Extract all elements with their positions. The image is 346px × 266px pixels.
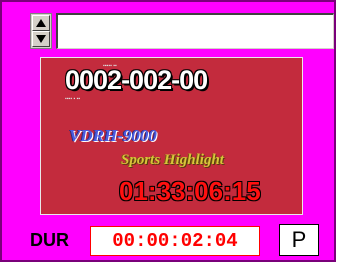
clip-selector-input[interactable]	[56, 13, 334, 49]
source-tape-label: VDRH-9000	[69, 126, 157, 145]
spin-up-button[interactable]	[32, 15, 50, 31]
clip-id: 0002-002-00	[65, 65, 208, 95]
clip-panel: ▪▪▪▪▪ ▪▪ 0002-002-00 ▪▪▪▪ ▪ ▪▪ VDRH-9000…	[0, 0, 336, 262]
arrow-up-icon	[36, 19, 46, 27]
spin-down-button[interactable]	[32, 31, 50, 47]
arrow-down-icon	[36, 35, 46, 43]
timecode: 01:33:06:15	[119, 176, 261, 206]
p-button[interactable]: P	[279, 224, 319, 256]
clip-spinner	[30, 13, 52, 49]
program-title: Sports Highlight	[121, 152, 224, 168]
duration-label: DUR	[30, 230, 69, 250]
duration-field[interactable]: 00:00:02:04	[90, 226, 260, 256]
clip-preview: ▪▪▪▪▪ ▪▪ 0002-002-00 ▪▪▪▪ ▪ ▪▪ VDRH-9000…	[40, 57, 303, 215]
preview-tiny-caption-bottom: ▪▪▪▪ ▪ ▪▪	[65, 96, 81, 102]
